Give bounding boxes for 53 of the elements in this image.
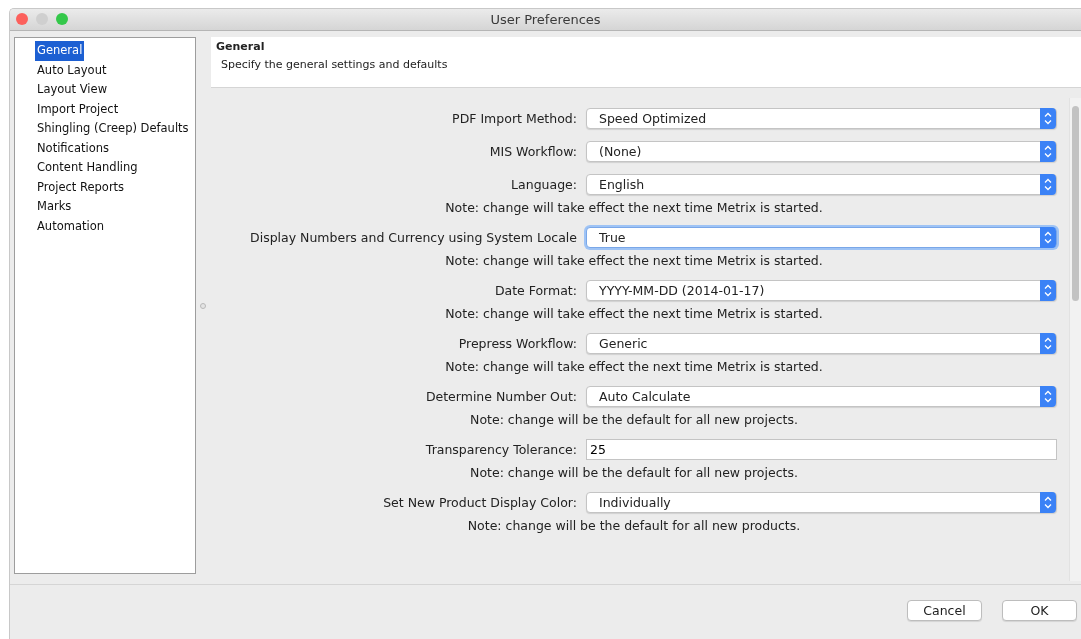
stepper-icon (1040, 386, 1056, 407)
select-dropdown[interactable]: Individually (586, 492, 1057, 513)
setting-label: Determine Number Out: (424, 389, 577, 404)
category-item[interactable]: General (35, 41, 85, 61)
setting-label: PDF Import Method: (451, 111, 577, 126)
select-dropdown[interactable]: Auto Calculate (586, 386, 1057, 407)
setting-note: Note: change will be the default for all new products. (466, 518, 802, 533)
setting-label: Date Format: (493, 283, 577, 298)
select-dropdown[interactable]: True (586, 227, 1057, 248)
category-item[interactable]: Project Reports (35, 177, 127, 197)
setting-label: Transparency Tolerance: (424, 442, 577, 457)
cancel-button[interactable]: Cancel (907, 600, 982, 621)
select-dropdown[interactable]: Speed Optimized (586, 108, 1057, 129)
setting-label: Prepress Workflow: (457, 336, 577, 351)
window-title: User Preferences (490, 12, 601, 27)
select-dropdown[interactable]: Generic (586, 333, 1057, 354)
category-item[interactable]: Auto Layout (35, 60, 109, 80)
close-button[interactable] (16, 13, 28, 25)
setting-label: Display Numbers and Currency using System Locale (249, 230, 577, 245)
category-item[interactable]: Content Handling (35, 158, 140, 178)
select-dropdown[interactable]: English (586, 174, 1057, 195)
section-title: General (216, 40, 266, 53)
setting-label: Language: (510, 177, 577, 192)
split-handle-icon[interactable] (200, 302, 206, 309)
stepper-icon (1040, 141, 1056, 162)
stepper-icon (1040, 174, 1056, 195)
category-item[interactable]: Shingling (Creep) Defaults (35, 119, 191, 139)
setting-note: Note: change will take effect the next time Metrix is started. (444, 253, 824, 268)
select-dropdown[interactable]: YYYY-MM-DD (2014-01-17) (586, 280, 1057, 301)
section-description: Specify the general settings and defaults (221, 58, 449, 71)
setting-note: Note: change will take effect the next time Metrix is started. (444, 359, 824, 374)
minimize-button[interactable] (36, 13, 48, 25)
stepper-icon (1040, 333, 1056, 354)
scrollbar[interactable] (1069, 98, 1081, 581)
setting-label: Set New Product Display Color: (382, 495, 577, 510)
stepper-icon (1040, 280, 1056, 301)
setting-note: Note: change will be the default for all new projects. (469, 465, 799, 480)
category-item[interactable]: Layout View (35, 80, 110, 100)
stepper-icon (1040, 227, 1056, 248)
setting-note: Note: change will take effect the next time Metrix is started. (444, 306, 824, 321)
category-item[interactable]: Automation (35, 216, 106, 236)
category-item[interactable]: Notifications (35, 138, 111, 158)
zoom-button[interactable] (56, 13, 68, 25)
setting-note: Note: change will take effect the next time Metrix is started. (444, 200, 824, 215)
input-field[interactable]: 25 (586, 439, 1057, 460)
setting-label: MIS Workflow: (488, 144, 577, 159)
stepper-icon (1040, 108, 1056, 129)
ok-button[interactable]: OK (1002, 600, 1077, 621)
category-item[interactable]: Import Project (35, 99, 121, 119)
category-item[interactable]: Marks (35, 197, 74, 217)
select-dropdown[interactable]: (None) (586, 141, 1057, 162)
setting-note: Note: change will be the default for all new projects. (469, 412, 799, 427)
stepper-icon (1040, 492, 1056, 513)
